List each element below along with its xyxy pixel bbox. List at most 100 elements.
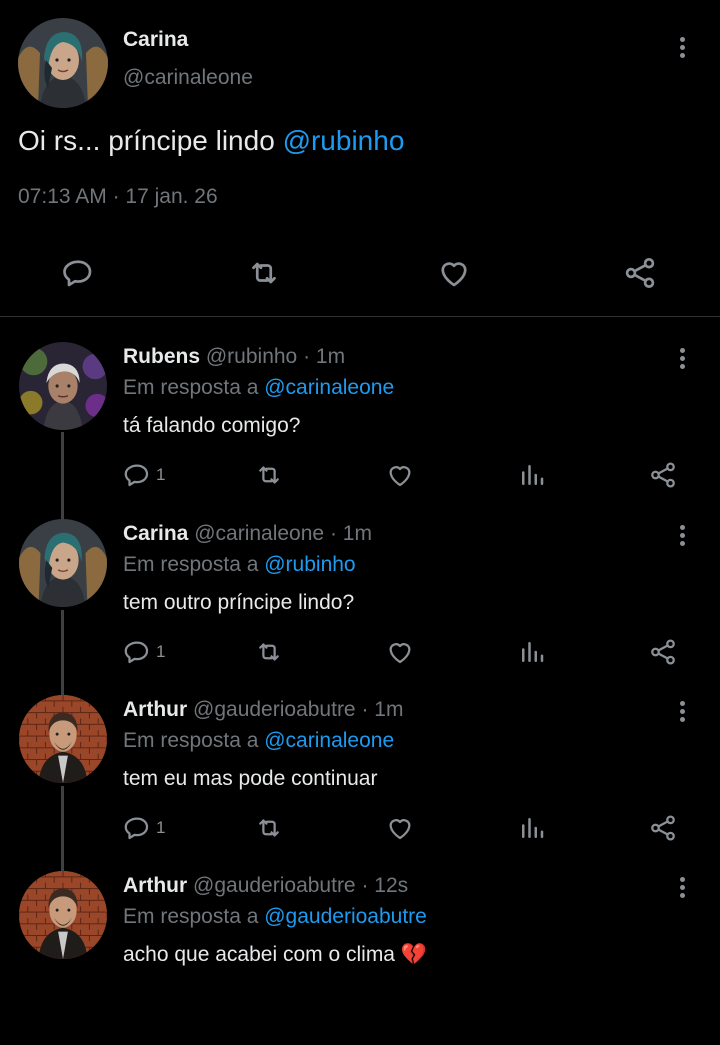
reply-prefix: Em resposta a [123, 553, 265, 576]
like-button[interactable] [436, 255, 472, 291]
reply-button[interactable]: 1 [122, 813, 165, 843]
retweet-button[interactable] [246, 255, 282, 291]
reply-tweet[interactable]: Rubens @rubinho · 1m Em resposta a @cari… [0, 340, 720, 516]
mention-link[interactable]: @carinaleone [264, 376, 394, 399]
tweet-actions [0, 245, 720, 301]
share-button[interactable] [648, 813, 678, 843]
more-options-icon[interactable] [680, 525, 688, 549]
reply-button[interactable] [60, 255, 96, 291]
main-tweet[interactable]: Carina @carinaleone Oi rs... príncipe li… [0, 0, 720, 317]
author-name[interactable]: Rubens [123, 345, 200, 368]
avatar[interactable] [19, 342, 107, 430]
mention-link[interactable]: @rubinho [264, 553, 355, 576]
reply-context: Em resposta a @rubinho [123, 553, 356, 577]
reply-context: Em resposta a @carinaleone [123, 376, 394, 400]
mention-link[interactable]: @carinaleone [264, 729, 394, 752]
stats-button[interactable] [517, 460, 547, 490]
reply-tweet[interactable]: Carina @carinaleone · 1m Em resposta a @… [0, 517, 720, 693]
share-icon [648, 813, 678, 843]
reply-header: Rubens @rubinho · 1m [123, 345, 345, 369]
author-name[interactable]: Carina [123, 522, 188, 545]
reply-text: tá falando comigo? [123, 414, 301, 437]
mention-link[interactable]: @gauderioabutre [264, 905, 427, 928]
reply-header: Arthur @gauderioabutre · 1m [123, 698, 403, 722]
more-options-icon[interactable] [680, 877, 688, 901]
avatar[interactable] [19, 695, 107, 783]
tweet-text-plain: Oi rs... príncipe lindo [18, 125, 283, 156]
author-name[interactable]: Carina [123, 28, 188, 52]
reply-button[interactable]: 1 [122, 460, 165, 490]
share-button[interactable] [648, 460, 678, 490]
tweet-time: 07:13 AM [18, 185, 107, 208]
stats-icon [517, 813, 547, 843]
stats-icon [517, 460, 547, 490]
retweet-icon [254, 813, 284, 843]
reply-prefix: Em resposta a [123, 905, 265, 928]
reply-text: tem outro príncipe lindo? [123, 591, 355, 614]
share-button[interactable] [648, 637, 678, 667]
share-icon [648, 460, 678, 490]
reply-icon [122, 813, 152, 843]
share-icon [648, 637, 678, 667]
more-options-icon[interactable] [680, 348, 688, 372]
reply-count: 1 [156, 642, 166, 661]
reply-button[interactable]: 1 [122, 637, 165, 667]
reply-tweet[interactable]: Arthur @gauderioabutre · 12s Em resposta… [0, 869, 720, 1045]
reply-time: · 12s [361, 874, 409, 897]
avatar[interactable] [18, 18, 108, 108]
share-button[interactable] [622, 255, 658, 291]
broken-heart-icon: 💔 [400, 943, 427, 966]
author-handle[interactable]: @carinaleone [123, 66, 253, 90]
author-handle[interactable]: @carinaleone [194, 522, 324, 545]
reply-time: · 1m [329, 522, 372, 545]
retweet-button[interactable] [254, 813, 284, 843]
mention-link[interactable]: @rubinho [283, 125, 405, 156]
tweet-timestamp: 07:13 AM · 17 jan. 26 [18, 185, 218, 209]
avatar[interactable] [19, 519, 107, 607]
like-icon [436, 255, 472, 291]
meta-separator: · [106, 185, 126, 208]
author-handle[interactable]: @rubinho [206, 345, 297, 368]
more-options-icon[interactable] [680, 37, 688, 61]
author-handle[interactable]: @gauderioabutre [193, 874, 356, 897]
tweet-date: 17 jan. 26 [125, 185, 218, 208]
stats-icon [517, 637, 547, 667]
avatar[interactable] [19, 871, 107, 959]
divider [0, 316, 720, 317]
retweet-icon [254, 460, 284, 490]
reply-text: tem eu mas pode continuar [123, 767, 378, 790]
retweet-button[interactable] [254, 460, 284, 490]
reply-header: Carina @carinaleone · 1m [123, 522, 372, 546]
retweet-button[interactable] [254, 637, 284, 667]
like-button[interactable] [385, 460, 415, 490]
reply-icon [122, 637, 152, 667]
author-name[interactable]: Arthur [123, 698, 187, 721]
reply-header: Arthur @gauderioabutre · 12s [123, 874, 408, 898]
reply-count: 1 [156, 465, 166, 484]
share-icon [622, 255, 658, 291]
reply-time: · 1m [361, 698, 404, 721]
more-options-icon[interactable] [680, 701, 688, 725]
reply-actions: 1 [0, 456, 720, 496]
reply-actions: 1 [0, 633, 720, 673]
stats-button[interactable] [517, 637, 547, 667]
reply-prefix: Em resposta a [123, 376, 265, 399]
avatar-image [19, 871, 107, 959]
reply-context: Em resposta a @gauderioabutre [123, 905, 427, 929]
avatar-image [18, 18, 108, 108]
retweet-icon [254, 637, 284, 667]
author-handle[interactable]: @gauderioabutre [193, 698, 356, 721]
reply-icon [60, 255, 96, 291]
like-icon [385, 813, 415, 843]
reply-context: Em resposta a @carinaleone [123, 729, 394, 753]
reply-prefix: Em resposta a [123, 729, 265, 752]
like-button[interactable] [385, 637, 415, 667]
author-name[interactable]: Arthur [123, 874, 187, 897]
reply-time: · 1m [303, 345, 346, 368]
stats-button[interactable] [517, 813, 547, 843]
reply-tweet[interactable]: Arthur @gauderioabutre · 1m Em resposta … [0, 693, 720, 869]
reply-actions: 1 [0, 809, 720, 849]
avatar-image [19, 342, 107, 430]
avatar-image [19, 695, 107, 783]
like-button[interactable] [385, 813, 415, 843]
